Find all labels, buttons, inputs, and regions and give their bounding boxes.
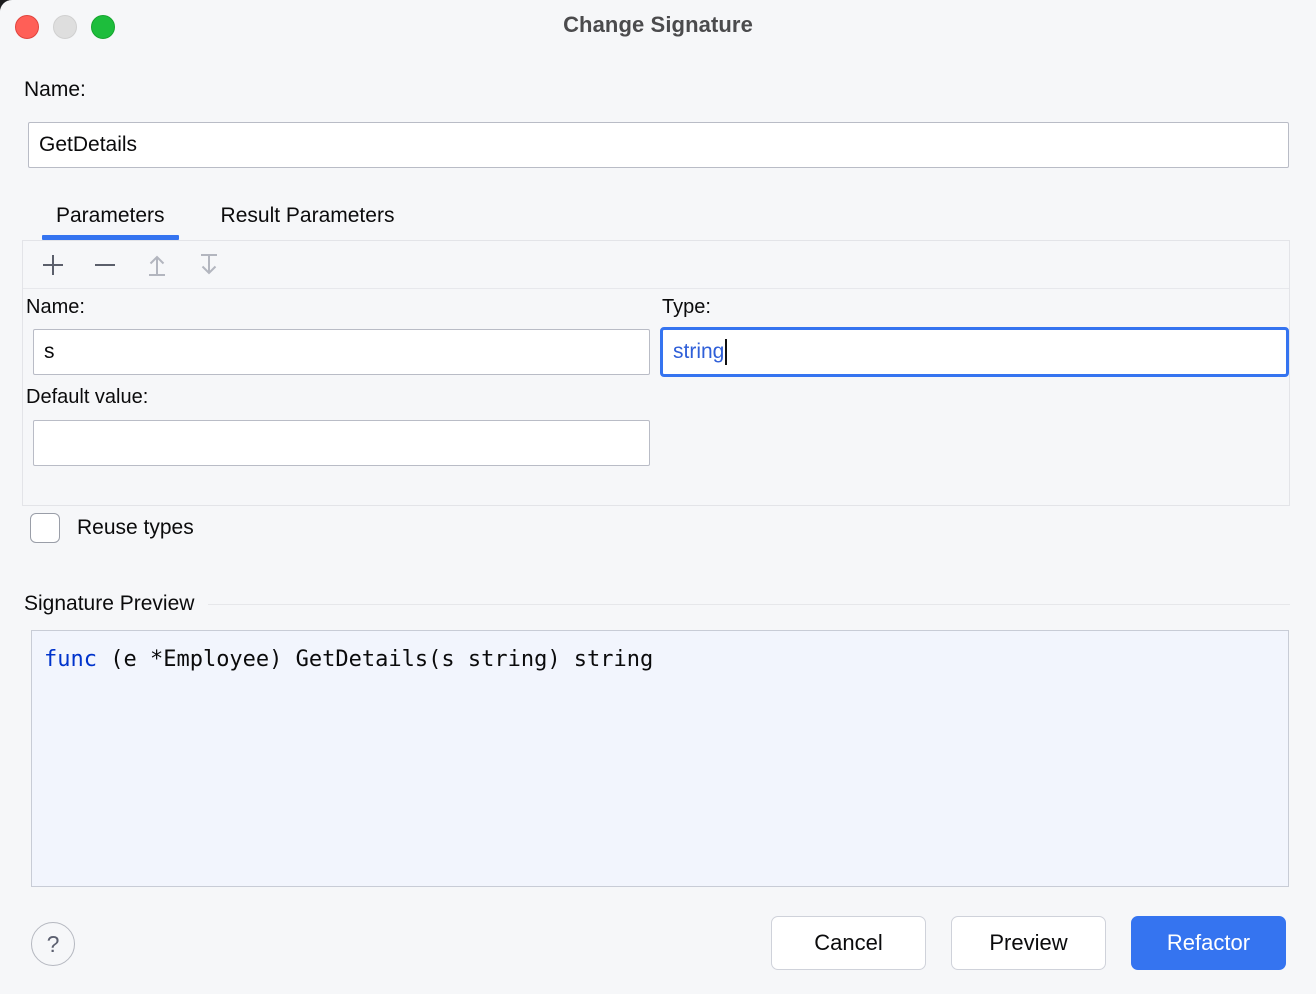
tab-result-parameters[interactable]: Result Parameters [193, 204, 423, 240]
code-rest: (e *Employee) GetDetails(s string) strin… [97, 647, 653, 672]
arrow-down-to-line-icon [196, 252, 222, 278]
parameter-type-label: Type: [662, 296, 711, 319]
parameter-name-input[interactable]: s [33, 329, 650, 375]
parameter-type-input[interactable]: string [660, 327, 1289, 377]
parameter-type-text: string [673, 340, 724, 364]
cancel-button[interactable]: Cancel [771, 916, 926, 970]
code-keyword: func [44, 647, 97, 672]
minus-icon [92, 252, 118, 278]
signature-preview-title: Signature Preview [24, 592, 194, 616]
help-button[interactable]: ? [31, 922, 75, 966]
tab-parameters[interactable]: Parameters [28, 204, 193, 240]
change-signature-dialog: Change Signature Name: GetDetails Parame… [0, 0, 1316, 994]
refactor-button[interactable]: Refactor [1131, 916, 1286, 970]
name-label: Name: [24, 78, 86, 102]
add-parameter-button[interactable] [35, 247, 71, 283]
title-bar: Change Signature [0, 0, 1316, 56]
divider [208, 604, 1290, 605]
parameter-name-label: Name: [26, 296, 85, 319]
preview-button[interactable]: Preview [951, 916, 1106, 970]
reuse-types-row[interactable]: Reuse types [30, 513, 194, 543]
parameter-default-input[interactable] [33, 420, 650, 466]
signature-preview-code: func (e *Employee) GetDetails(s string) … [44, 647, 1276, 673]
move-parameter-down-button[interactable] [191, 247, 227, 283]
signature-preview-box: func (e *Employee) GetDetails(s string) … [31, 630, 1289, 887]
window-title: Change Signature [0, 12, 1316, 38]
text-caret [725, 339, 727, 365]
dialog-buttons: Cancel Preview Refactor [771, 916, 1286, 970]
parameters-toolbar [23, 241, 1289, 289]
move-parameter-up-button[interactable] [139, 247, 175, 283]
tab-bar: Parameters Result Parameters [28, 192, 422, 240]
reuse-types-checkbox[interactable] [30, 513, 60, 543]
parameter-default-label: Default value: [26, 386, 148, 409]
function-name-input[interactable]: GetDetails [28, 122, 1289, 168]
plus-icon [40, 252, 66, 278]
reuse-types-label: Reuse types [77, 516, 194, 540]
arrow-up-to-line-icon [144, 252, 170, 278]
signature-preview-header: Signature Preview [24, 592, 1290, 616]
remove-parameter-button[interactable] [87, 247, 123, 283]
